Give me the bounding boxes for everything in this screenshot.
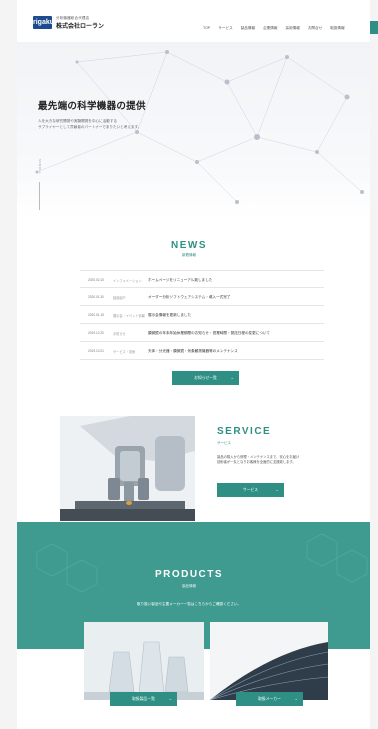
hero-title: 最先端の科学機器の提供: [38, 101, 146, 112]
hero-subtitle: 人を大きな研究開発や実験開発を中心に活動する サプライヤーとして貢献者のパートナ…: [38, 119, 198, 130]
news-text[interactable]: オーダー分析ソフトウェアシステム・導入一式完了: [148, 295, 230, 300]
products-heading: PRODUCTS: [154, 569, 224, 580]
glassware-illustration: [84, 622, 204, 700]
nav-item-top[interactable]: TOP: [203, 26, 210, 31]
building-photo: [210, 622, 328, 700]
news-item[interactable]: 2020.01.15 展示会・イベント情報 展示会情報を更新しました: [80, 306, 324, 324]
products-list-button-label: 取扱製品一覧: [132, 697, 155, 701]
hero-subtitle-line-2: サプライヤーとして貢献者のパートナーでありたいと考えます。: [38, 124, 142, 129]
news-text[interactable]: 顕微鏡の年末年始休業期間のお知らせ・営業時間・発送日程の変更について: [148, 331, 270, 336]
scroll-indicator-label: SCROLL: [38, 159, 42, 175]
microscope-photo: [60, 416, 195, 521]
service-heading: SERVICE: [217, 426, 272, 437]
molecule-network-graphic: [35, 50, 364, 204]
building-illustration: [210, 622, 328, 700]
service-button-label: サービス: [242, 488, 259, 492]
news-list-button[interactable]: お知らせ一覧 →: [172, 371, 239, 385]
company-logo[interactable]: rigaku: [33, 16, 54, 29]
news-date: 2019.12.01: [88, 349, 104, 353]
news-list-button-label: お知らせ一覧: [194, 376, 217, 380]
news-category: 製品紹介: [113, 296, 126, 300]
nav-item-products[interactable]: 製品情報: [241, 26, 255, 31]
news-item[interactable]: 2019.12.01 サービス・技術 天体・分光器・顕微鏡・気象観測機器等のメン…: [80, 342, 324, 360]
news-text[interactable]: ホームページをリニューアル致しました: [148, 278, 212, 283]
scroll-indicator-line: [39, 182, 40, 210]
news-heading: NEWS: [171, 240, 207, 251]
products-subheading: 製品情報: [182, 584, 196, 588]
nav-item-recruit[interactable]: 採用情報: [285, 26, 299, 31]
nav-item-service[interactable]: サービス: [218, 26, 232, 31]
contact-tab-button[interactable]: [370, 21, 378, 34]
service-subheading: サービス: [217, 441, 231, 445]
arrow-right-icon: →: [275, 488, 279, 492]
page: rigaku 分析機器総合代理店 株式会社ローラン TOP サービス 製品情報 …: [0, 0, 378, 729]
arrow-right-icon: →: [230, 376, 234, 380]
news-item[interactable]: 2020.02.10 インフォメーション ホームページをリニューアル致しました: [80, 270, 324, 288]
news-text[interactable]: 天体・分光器・顕微鏡・気象観測機器等のメンテナンス: [148, 349, 238, 354]
company-name[interactable]: 株式会社ローラン: [56, 21, 104, 30]
news-date: 2020.01.15: [88, 313, 104, 317]
news-text[interactable]: 展示会情報を更新しました: [148, 313, 191, 318]
news-item[interactable]: 2020.01.30 製品紹介 オーダー分析ソフトウェアシステム・導入一式完了: [80, 288, 324, 306]
site-header: rigaku 分析機器総合代理店 株式会社ローラン TOP サービス 製品情報 …: [17, 0, 370, 42]
left-margin: [0, 0, 17, 729]
lab-glassware-photo: [84, 622, 204, 700]
microscope-illustration: [60, 416, 195, 521]
news-list: 2020.02.10 インフォメーション ホームページをリニューアル致しました …: [80, 270, 324, 360]
arrow-right-icon: →: [294, 697, 298, 701]
news-category: 展示会・イベント情報: [113, 314, 145, 318]
news-date: 2019.12.20: [88, 331, 104, 335]
nav-item-company[interactable]: 企業情報: [263, 26, 277, 31]
news-item[interactable]: 2019.12.20 お知らせ 顕微鏡の年末年始休業期間のお知らせ・営業時間・発…: [80, 324, 324, 342]
right-margin: [370, 0, 378, 729]
news-date: 2020.01.30: [88, 295, 104, 299]
service-button[interactable]: サービス →: [217, 483, 284, 497]
products-list-button[interactable]: 取扱製品一覧 →: [110, 692, 177, 706]
main-nav: TOP サービス 製品情報 企業情報 採用情報 お問合せ 取扱情報: [203, 26, 345, 31]
service-description: 製品の購入から修理・メンテナンスまで、安心をお届け 技術者が一丸となりお客様を全…: [217, 455, 337, 465]
manufacturers-button[interactable]: 取扱メーカー →: [236, 692, 303, 706]
hero-section: 最先端の科学機器の提供 人を大きな研究開発や実験開発を中心に活動する サプライヤ…: [17, 42, 370, 218]
service-description-line-2: 技術者が一丸となりお客様を全面的に支援致します。: [217, 460, 296, 465]
nav-item-handling[interactable]: 取扱情報: [330, 26, 344, 31]
arrow-right-icon: →: [168, 697, 172, 701]
news-category: お知らせ: [113, 332, 126, 336]
news-subheading: 新着情報: [182, 253, 196, 257]
manufacturers-button-label: 取扱メーカー: [258, 697, 281, 701]
news-category: サービス・技術: [113, 350, 136, 354]
news-date: 2020.02.10: [88, 278, 104, 282]
products-description: 取り扱い製品や主要メーカー一覧はこちらからご確認ください。: [136, 602, 242, 606]
nav-item-contact[interactable]: お問合せ: [308, 26, 322, 31]
news-category: インフォメーション: [113, 279, 142, 283]
